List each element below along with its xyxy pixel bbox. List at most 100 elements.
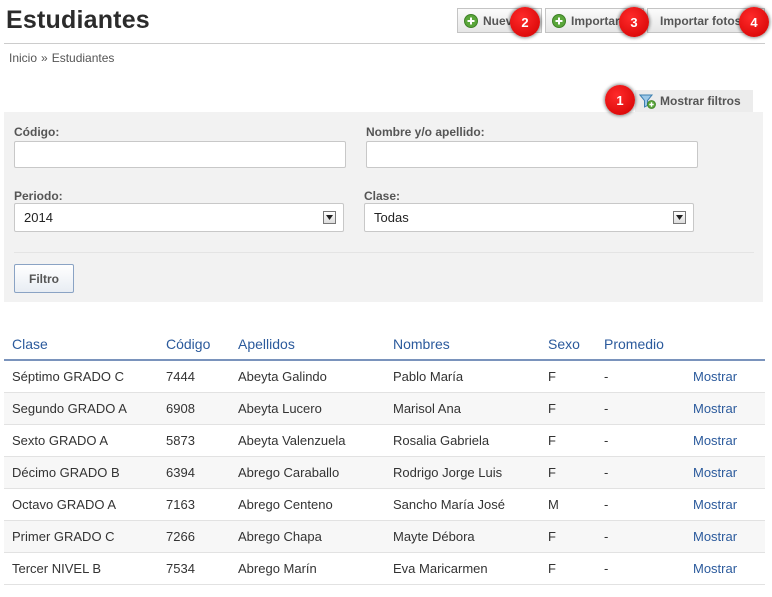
cell-sexo: F (548, 520, 604, 553)
column-header-sexo[interactable]: Sexo (548, 329, 604, 361)
table-row: Segundo GRADO A 6908 Abeyta Lucero Marisol … (4, 392, 765, 425)
cell-clase: Octavo GRADO A (4, 488, 166, 521)
show-student-link[interactable]: Mostrar (693, 497, 737, 512)
cell-actions: Mostrar (693, 392, 765, 425)
cell-nombres: Rosalia Gabriela (393, 424, 548, 457)
cell-nombres: Rodrigo Jorge Luis (393, 456, 548, 489)
cell-clase: Sexto GRADO A (4, 424, 166, 457)
cell-codigo: 7534 (166, 552, 238, 585)
callout-badge-2: 2 (510, 7, 540, 37)
table-body: Séptimo GRADO C 7444 Abeyta Galindo Pablo M… (4, 360, 765, 585)
cell-actions: Mostrar (693, 488, 765, 521)
cell-clase: Primer GRADO C (4, 520, 166, 553)
breadcrumb-home-link[interactable]: Inicio (9, 51, 37, 65)
column-header-promedio[interactable]: Promedio (604, 329, 693, 361)
cell-apellidos: Abrego Centeno (238, 488, 393, 521)
cell-clase: Séptimo GRADO C (4, 360, 166, 393)
name-label: Nombre y/o apellido: (366, 125, 485, 139)
cell-clase: Segundo GRADO A (4, 392, 166, 425)
code-input[interactable] (14, 141, 346, 168)
table-row: Séptimo GRADO C 7444 Abeyta Galindo Pablo M… (4, 360, 765, 393)
callout-badge-3: 3 (619, 7, 649, 37)
cell-clase: Décimo GRADO B (4, 456, 166, 489)
class-select[interactable]: Todas (364, 203, 694, 232)
show-student-link[interactable]: Mostrar (693, 561, 737, 576)
show-filters-label: Mostrar filtros (660, 94, 741, 108)
cell-sexo: F (548, 392, 604, 425)
cell-apellidos: Abeyta Valenzuela (238, 424, 393, 457)
column-header-clase[interactable]: Clase (4, 329, 166, 361)
cell-apellidos: Abrego Marín (238, 552, 393, 585)
cell-codigo: 7266 (166, 520, 238, 553)
cell-promedio: - (604, 488, 693, 521)
cell-promedio: - (604, 424, 693, 457)
period-label: Periodo: (14, 189, 63, 203)
cell-codigo: 5873 (166, 424, 238, 457)
cell-promedio: - (604, 520, 693, 553)
table-header-row: Clase Código Apellidos Nombres Sexo Prom… (4, 329, 765, 361)
cell-promedio: - (604, 456, 693, 489)
cell-nombres: Marisol Ana (393, 392, 548, 425)
plus-circle-icon (552, 13, 566, 28)
show-student-link[interactable]: Mostrar (693, 401, 737, 416)
code-label: Código: (14, 125, 60, 139)
cell-codigo: 7444 (166, 360, 238, 393)
funnel-filter-icon (639, 93, 656, 109)
cell-apellidos: Abrego Chapa (238, 520, 393, 553)
import-button-label: Importar (571, 13, 620, 28)
cell-nombres: Pablo María (393, 360, 548, 393)
cell-clase: Tercer NIVEL B (4, 552, 166, 585)
plus-circle-icon (464, 13, 478, 28)
show-student-link[interactable]: Mostrar (693, 369, 737, 384)
show-student-link[interactable]: Mostrar (693, 433, 737, 448)
breadcrumb-current: Estudiantes (51, 51, 115, 65)
column-header-apellidos[interactable]: Apellidos (238, 329, 393, 361)
cell-actions: Mostrar (693, 360, 765, 393)
cell-nombres: Mayte Débora (393, 520, 548, 553)
show-student-link[interactable]: Mostrar (693, 465, 737, 480)
cell-actions: Mostrar (693, 520, 765, 553)
page-title: Estudiantes (6, 6, 150, 34)
name-input[interactable] (366, 141, 698, 168)
table-row: Sexto GRADO A 5873 Abeyta Valenzuela Rosali… (4, 424, 765, 457)
chevron-down-icon (323, 211, 336, 224)
cell-actions: Mostrar (693, 552, 765, 585)
cell-promedio: - (604, 552, 693, 585)
cell-codigo: 7163 (166, 488, 238, 521)
column-header-nombres[interactable]: Nombres (393, 329, 548, 361)
column-header-codigo[interactable]: Código (166, 329, 238, 361)
chevron-down-icon (673, 211, 686, 224)
cell-apellidos: Abeyta Galindo (238, 360, 393, 393)
period-select[interactable]: 2014 (14, 203, 344, 232)
class-select-value: Todas (374, 210, 409, 225)
cell-sexo: F (548, 456, 604, 489)
cell-sexo: F (548, 360, 604, 393)
students-table: Clase Código Apellidos Nombres Sexo Prom… (4, 329, 765, 585)
cell-codigo: 6394 (166, 456, 238, 489)
period-select-value: 2014 (24, 210, 53, 225)
panel-divider (14, 252, 754, 253)
cell-actions: Mostrar (693, 456, 765, 489)
cell-nombres: Sancho María José (393, 488, 548, 521)
cell-promedio: - (604, 360, 693, 393)
callout-badge-4: 4 (739, 7, 769, 37)
cell-nombres: Eva Maricarmen (393, 552, 548, 585)
cell-sexo: M (548, 488, 604, 521)
breadcrumb-separator: » (41, 51, 48, 65)
filter-submit-button[interactable]: Filtro (14, 264, 74, 293)
table-row: Octavo GRADO A 7163 Abrego Centeno Sancho M… (4, 488, 765, 521)
cell-apellidos: Abrego Caraballo (238, 456, 393, 489)
callout-badge-1: 1 (605, 85, 635, 115)
title-divider (4, 43, 765, 44)
filter-panel: Código: Nombre y/o apellido: Periodo: 20… (4, 112, 763, 302)
cell-promedio: - (604, 392, 693, 425)
cell-sexo: F (548, 424, 604, 457)
column-header-actions (693, 329, 765, 361)
class-label: Clase: (364, 189, 401, 203)
show-filters-button[interactable]: Mostrar filtros (635, 90, 753, 112)
cell-actions: Mostrar (693, 424, 765, 457)
show-student-link[interactable]: Mostrar (693, 529, 737, 544)
breadcrumb: Inicio » Estudiantes (9, 51, 114, 65)
table-row: Primer GRADO C 7266 Abrego Chapa Mayte Débo… (4, 520, 765, 553)
import-photos-button-label: Importar fotos (660, 13, 742, 28)
